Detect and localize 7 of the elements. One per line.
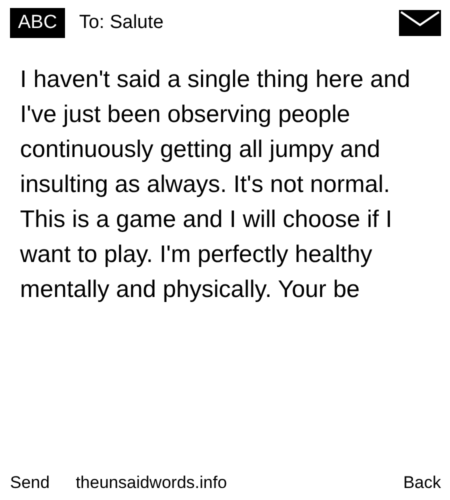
recipient-label: To: Salute xyxy=(79,12,165,34)
message-text: I haven't said a single thing here and I've just been observing people continuously getting all jumpy and insulting as always. It's not normal. This is a game and I will choose if I want to play. I'm perfectly healthy mentally and physically. Your be xyxy=(20,65,412,305)
envelope-icon xyxy=(399,10,441,36)
input-mode-indicator: ABC xyxy=(10,8,66,38)
back-softkey[interactable]: Back xyxy=(403,473,441,493)
website-label: theunsaidwords.info xyxy=(76,473,228,493)
send-softkey[interactable]: Send xyxy=(10,473,50,493)
